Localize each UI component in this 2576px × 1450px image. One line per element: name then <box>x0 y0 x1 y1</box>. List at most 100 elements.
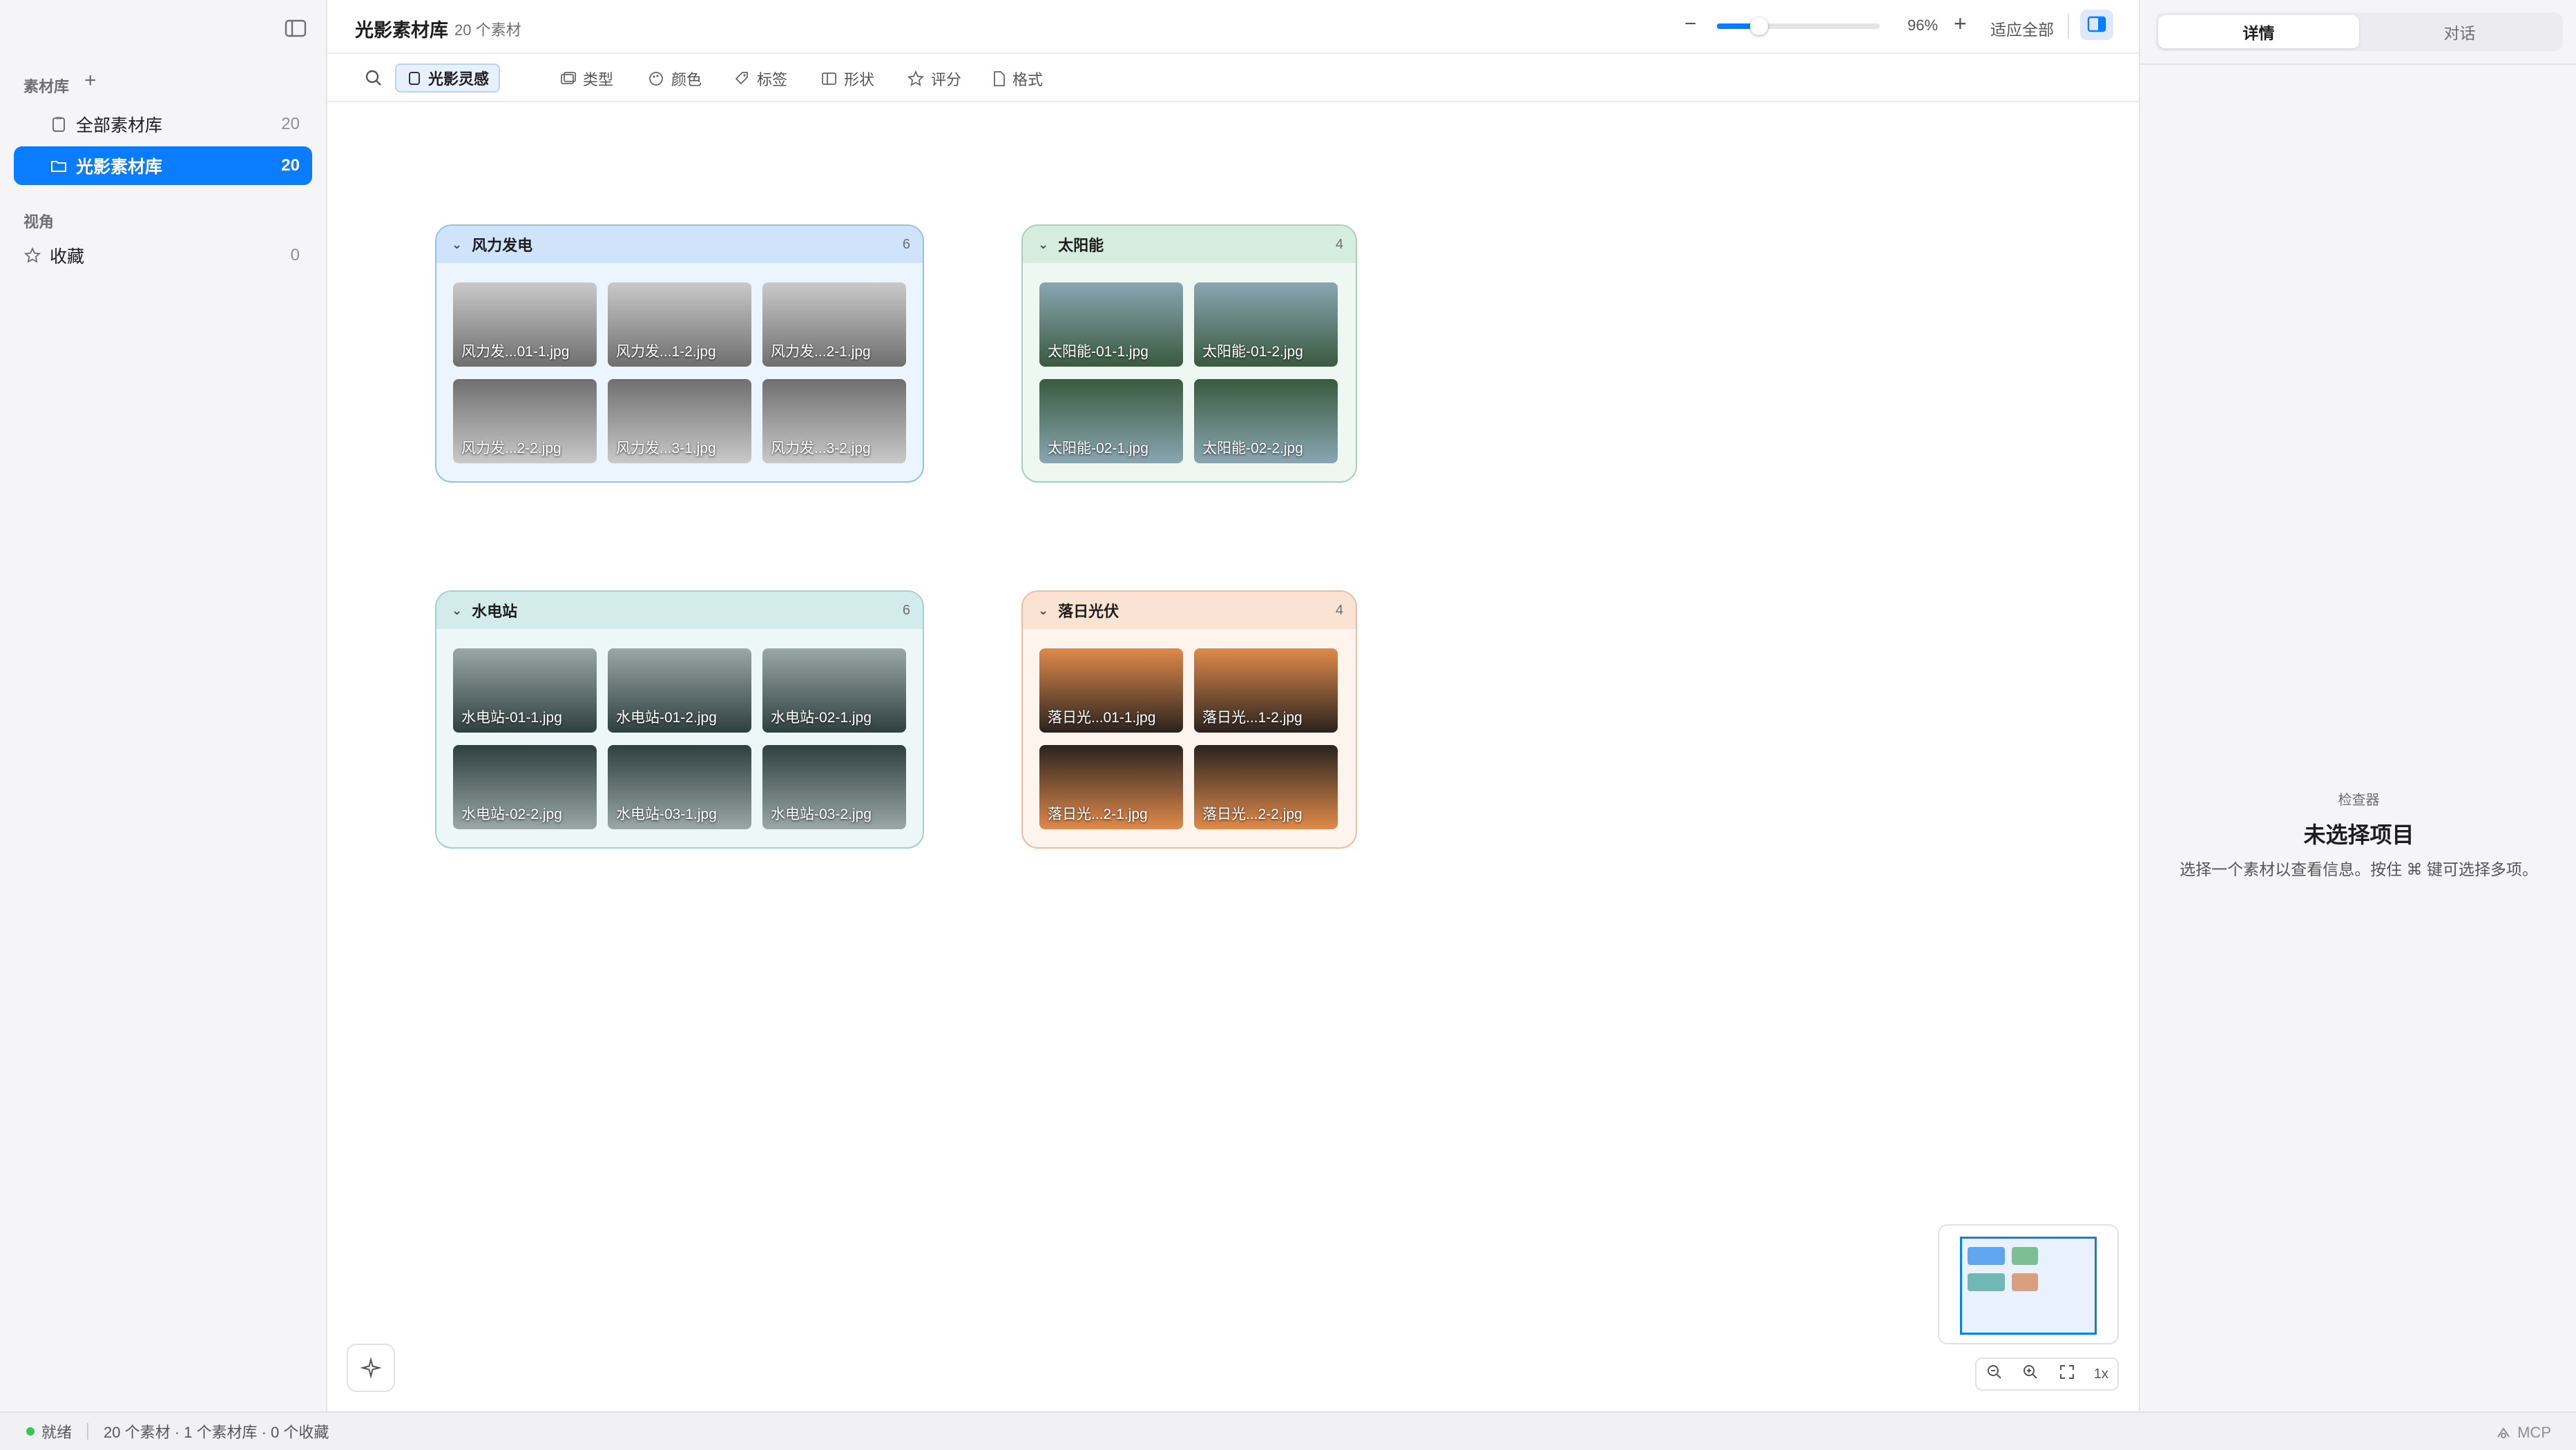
minimap-group <box>1968 1247 2005 1265</box>
asset-thumbnail[interactable]: 水电站-02-1.jpg <box>762 648 906 733</box>
canvas-group[interactable]: ⌄ 水电站 6 水电站-01-1.jpg 水电站-01-2.jpg 水电站-02-1.jp… <box>435 590 924 849</box>
minimap-viewport[interactable] <box>1960 1237 2097 1335</box>
zoom-slider-knob[interactable] <box>1750 17 1769 35</box>
canvas-group[interactable]: ⌄ 落日光伏 4 落日光...01-1.jpg 落日光...1-2.jpg 落日光...2… <box>1021 590 1357 849</box>
sidebar-item-favorites[interactable]: 收藏 0 <box>14 236 312 275</box>
asset-filename: 水电站-03-1.jpg <box>616 806 717 822</box>
asset-filename: 水电站-03-2.jpg <box>771 806 872 822</box>
views-heading: 视角 <box>23 213 55 231</box>
minimap-group <box>2012 1273 2038 1291</box>
status-summary: 20 个素材 · 1 个素材库 · 0 个收藏 <box>104 1424 329 1441</box>
minimap[interactable] <box>1938 1224 2119 1344</box>
asset-thumbnail[interactable]: 水电站-03-1.jpg <box>608 745 751 829</box>
fit-icon[interactable] <box>2058 1363 2076 1385</box>
asset-thumbnail[interactable]: 太阳能-02-1.jpg <box>1039 379 1183 463</box>
asset-thumbnail[interactable]: 水电站-03-2.jpg <box>762 745 906 829</box>
asset-filename: 风力发...2-1.jpg <box>771 344 871 360</box>
file-icon <box>994 71 1005 86</box>
filter-label: 形状 <box>844 71 875 88</box>
asset-thumbnail[interactable]: 落日光...1-2.jpg <box>1194 648 1338 733</box>
asset-thumbnail[interactable]: 落日光...2-2.jpg <box>1194 745 1338 829</box>
sidebar-item-all-libraries[interactable]: 全部素材库 20 <box>14 105 312 144</box>
filter-label: 格式 <box>1012 71 1044 88</box>
minimap-group <box>1968 1273 2005 1291</box>
asset-filename: 太阳能-01-1.jpg <box>1048 344 1148 360</box>
zoom-slider[interactable] <box>1717 17 1880 35</box>
chevron-down-icon[interactable]: ⌄ <box>452 603 462 618</box>
toolbar: 光影素材库 20 个素材 − 96% + 适应全部 <box>327 0 2139 54</box>
group-header[interactable]: ⌄ 风力发电 6 <box>436 226 923 263</box>
asset-thumbnail[interactable]: 太阳能-01-1.jpg <box>1039 282 1183 367</box>
asset-filename: 落日光...01-1.jpg <box>1048 710 1156 726</box>
palette-icon <box>649 72 663 86</box>
asset-thumbnail[interactable]: 风力发...01-1.jpg <box>453 282 597 367</box>
canvas-group[interactable]: ⌄ 太阳能 4 太阳能-01-1.jpg 太阳能-01-2.jpg 太阳能-02-1.jp… <box>1021 224 1357 483</box>
filter-type[interactable]: 类型 <box>559 68 613 90</box>
group-header[interactable]: ⌄ 水电站 6 <box>436 592 923 629</box>
tab-details[interactable]: 详情 <box>2158 15 2359 48</box>
status-indicator <box>26 1427 35 1436</box>
asset-filename: 风力发...1-2.jpg <box>616 344 716 360</box>
chevron-down-icon[interactable]: ⌄ <box>1038 238 1048 252</box>
filter-label: 标签 <box>757 71 788 88</box>
filter-color[interactable]: 颜色 <box>648 68 702 90</box>
reset-zoom-button[interactable]: 1x <box>2094 1366 2108 1382</box>
asset-filename: 风力发...3-1.jpg <box>616 441 716 456</box>
sidebar-toggle-icon[interactable] <box>282 17 309 40</box>
inspector-toggle-button[interactable] <box>2080 10 2113 40</box>
zoom-out-button[interactable]: − <box>1684 12 1697 36</box>
inspector-panel: 详情 对话 检查器 未选择项目 选择一个素材以查看信息。按住 ⌘ 键可选择多项。 <box>2139 0 2576 1411</box>
asset-filename: 水电站-02-1.jpg <box>771 710 872 726</box>
type-icon <box>561 72 576 84</box>
filter-label: 颜色 <box>671 71 702 88</box>
asset-thumbnail[interactable]: 落日光...2-1.jpg <box>1039 745 1183 829</box>
group-header[interactable]: ⌄ 太阳能 4 <box>1023 226 1356 263</box>
asset-thumbnail[interactable]: 风力发...1-2.jpg <box>608 282 751 367</box>
asset-thumbnail[interactable]: 太阳能-01-2.jpg <box>1194 282 1338 367</box>
add-library-icon[interactable]: + <box>84 69 97 93</box>
filter-shape[interactable]: 形状 <box>820 68 874 90</box>
ai-sparkle-button[interactable] <box>347 1344 395 1392</box>
asset-thumbnail[interactable]: 落日光...01-1.jpg <box>1039 648 1183 733</box>
asset-thumbnail[interactable]: 风力发...2-1.jpg <box>762 282 906 367</box>
asset-filename: 太阳能-02-1.jpg <box>1048 441 1148 456</box>
filter-tag[interactable]: 标签 <box>733 68 787 90</box>
canvas-group[interactable]: ⌄ 风力发电 6 风力发...01-1.jpg 风力发...1-2.jpg 风力发...2… <box>435 224 924 483</box>
filter-rating[interactable]: 评分 <box>907 68 961 90</box>
group-count: 6 <box>902 602 910 618</box>
divider <box>87 1423 89 1440</box>
asset-thumbnail[interactable]: 风力发...2-2.jpg <box>453 379 597 463</box>
zoom-out-icon[interactable] <box>1986 1363 2003 1385</box>
sidebar-item-lighting-library[interactable]: 光影素材库 20 <box>14 146 312 185</box>
fit-all-button[interactable]: 适应全部 <box>1990 17 2054 40</box>
canvas[interactable]: ⌄ 风力发电 6 风力发...01-1.jpg 风力发...1-2.jpg 风力发...2… <box>327 102 2139 1411</box>
zoom-in-button[interactable]: + <box>1954 11 1967 37</box>
filter-format[interactable]: 格式 <box>992 68 1043 90</box>
inspiration-chip[interactable]: 光影灵感 <box>395 64 501 93</box>
asset-thumbnail[interactable]: 风力发...3-1.jpg <box>608 379 751 463</box>
asset-count: 20 个素材 <box>454 21 521 39</box>
asset-filename: 太阳能-01-2.jpg <box>1202 344 1303 360</box>
tab-chat[interactable]: 对话 <box>2359 15 2560 48</box>
group-header[interactable]: ⌄ 落日光伏 4 <box>1023 592 1356 629</box>
search-icon[interactable] <box>362 66 385 90</box>
asset-thumbnail[interactable]: 水电站-01-2.jpg <box>608 648 751 733</box>
asset-thumbnail[interactable]: 太阳能-02-2.jpg <box>1194 379 1338 463</box>
asset-thumbnail[interactable]: 风力发...3-2.jpg <box>762 379 906 463</box>
divider <box>2140 64 2576 65</box>
asset-thumbnail[interactable]: 水电站-01-1.jpg <box>453 648 597 733</box>
chevron-down-icon[interactable]: ⌄ <box>1038 603 1048 618</box>
minimap-group <box>2012 1247 2038 1265</box>
sidebar-item-label: 光影素材库 <box>76 157 163 177</box>
asset-filename: 水电站-01-2.jpg <box>616 710 717 726</box>
star-icon <box>23 246 41 264</box>
asset-filename: 落日光...1-2.jpg <box>1202 710 1303 726</box>
sidebar-item-count: 20 <box>281 115 300 133</box>
zoom-in-icon[interactable] <box>2021 1363 2039 1385</box>
mcp-status[interactable]: MCP <box>2494 1424 2551 1442</box>
library-heading: 素材库 <box>23 78 70 95</box>
shape-icon <box>822 72 836 85</box>
asset-thumbnail[interactable]: 水电站-02-2.jpg <box>453 745 597 829</box>
chevron-down-icon[interactable]: ⌄ <box>452 238 462 252</box>
canvas-zoom-controls: 1x <box>1975 1357 2119 1391</box>
